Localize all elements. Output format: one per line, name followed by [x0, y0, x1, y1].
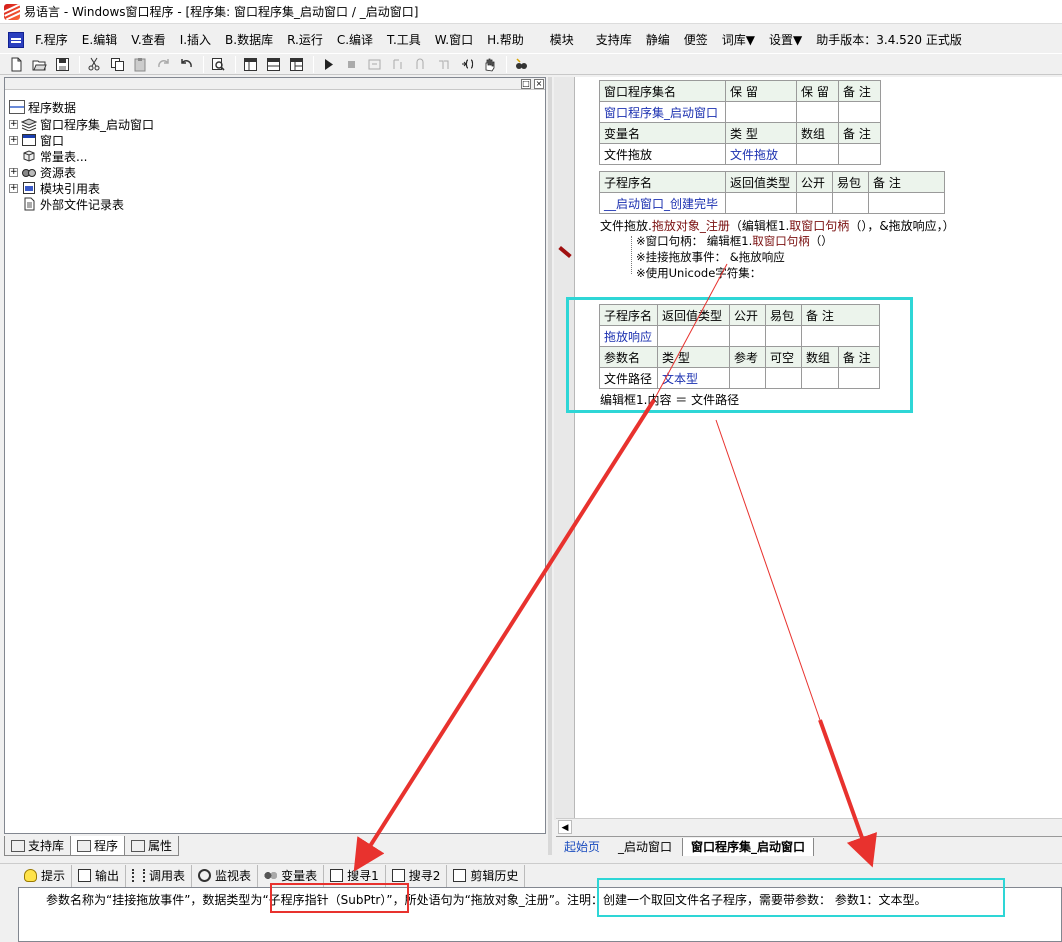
arrow-line-to-note	[818, 719, 877, 868]
annotation-arrows	[353, 263, 877, 872]
arrow-line-thin-1	[653, 263, 728, 401]
arrow-line-thin-2	[715, 419, 821, 721]
arrow-line-to-subptr	[353, 398, 656, 872]
